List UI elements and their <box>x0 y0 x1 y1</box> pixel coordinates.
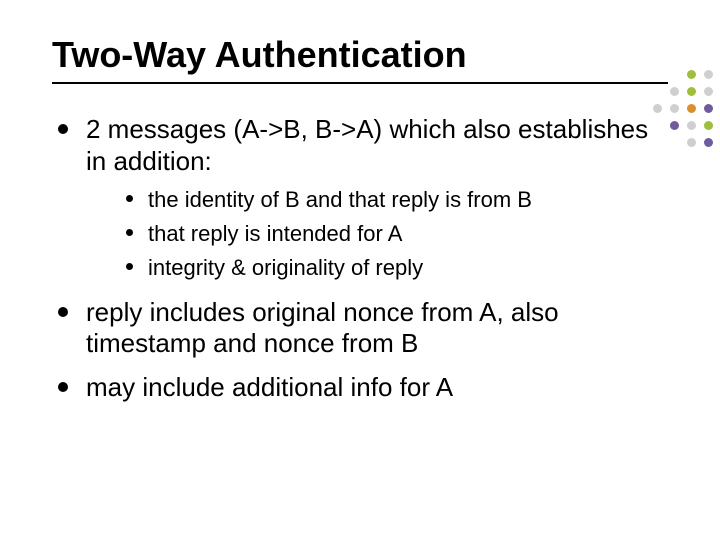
bullet-text: may include additional info for A <box>86 372 453 402</box>
sub-bullet-item: the identity of B and that reply is from… <box>122 185 668 215</box>
bullet-item: may include additional info for A <box>52 372 668 404</box>
title-bar: Two-Way Authentication <box>52 34 668 84</box>
slide-title: Two-Way Authentication <box>52 34 668 76</box>
sub-bullet-item: that reply is intended for A <box>122 219 668 249</box>
bullet-item: reply includes original nonce from A, al… <box>52 297 668 360</box>
sub-bullet-text: that reply is intended for A <box>148 221 402 246</box>
bullet-text: reply includes original nonce from A, al… <box>86 297 559 359</box>
sub-bullet-text: integrity & originality of reply <box>148 255 423 280</box>
bullet-text: 2 messages (A->B, B->A) which also estab… <box>86 114 648 176</box>
bullet-item: 2 messages (A->B, B->A) which also estab… <box>52 114 668 283</box>
sub-bullet-list: the identity of B and that reply is from… <box>122 185 668 282</box>
sub-bullet-text: the identity of B and that reply is from… <box>148 187 532 212</box>
bullet-list: 2 messages (A->B, B->A) which also estab… <box>52 114 668 404</box>
slide: Two-Way Authentication 2 messages (A->B,… <box>0 0 720 540</box>
sub-bullet-item: integrity & originality of reply <box>122 253 668 283</box>
